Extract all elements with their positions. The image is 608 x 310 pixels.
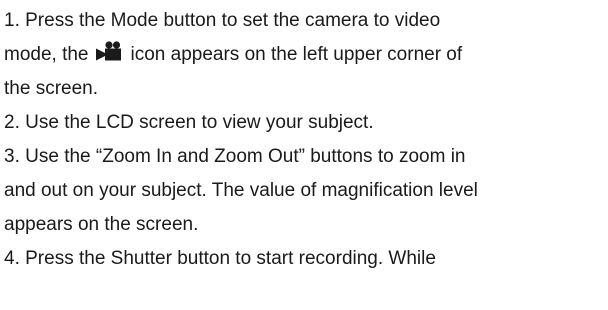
step-1-text-before-icon: mode, the [4,44,89,65]
step-4-line-1: 4. Press the Shutter button to start rec… [4,248,436,269]
step-1-line-3: the screen. [4,78,98,99]
step-3-line-2: and out on your subject. The value of ma… [4,180,478,201]
step-1-line-1: 1. Press the Mode button to set the came… [4,10,441,31]
instructions-text: 1. Press the Mode button to set the came… [0,0,608,276]
video-camera-icon [95,41,122,61]
step-3-line-1: 3. Use the “Zoom In and Zoom Out” button… [4,146,466,167]
step-1-line-2: mode, the icon appears on the left upper… [4,38,608,72]
step-3-line-3: appears on the screen. [4,214,199,235]
step-2-line-1: 2. Use the LCD screen to view your subje… [4,112,374,133]
step-1-text-after-icon: icon appears on the left upper corner of [130,44,463,65]
